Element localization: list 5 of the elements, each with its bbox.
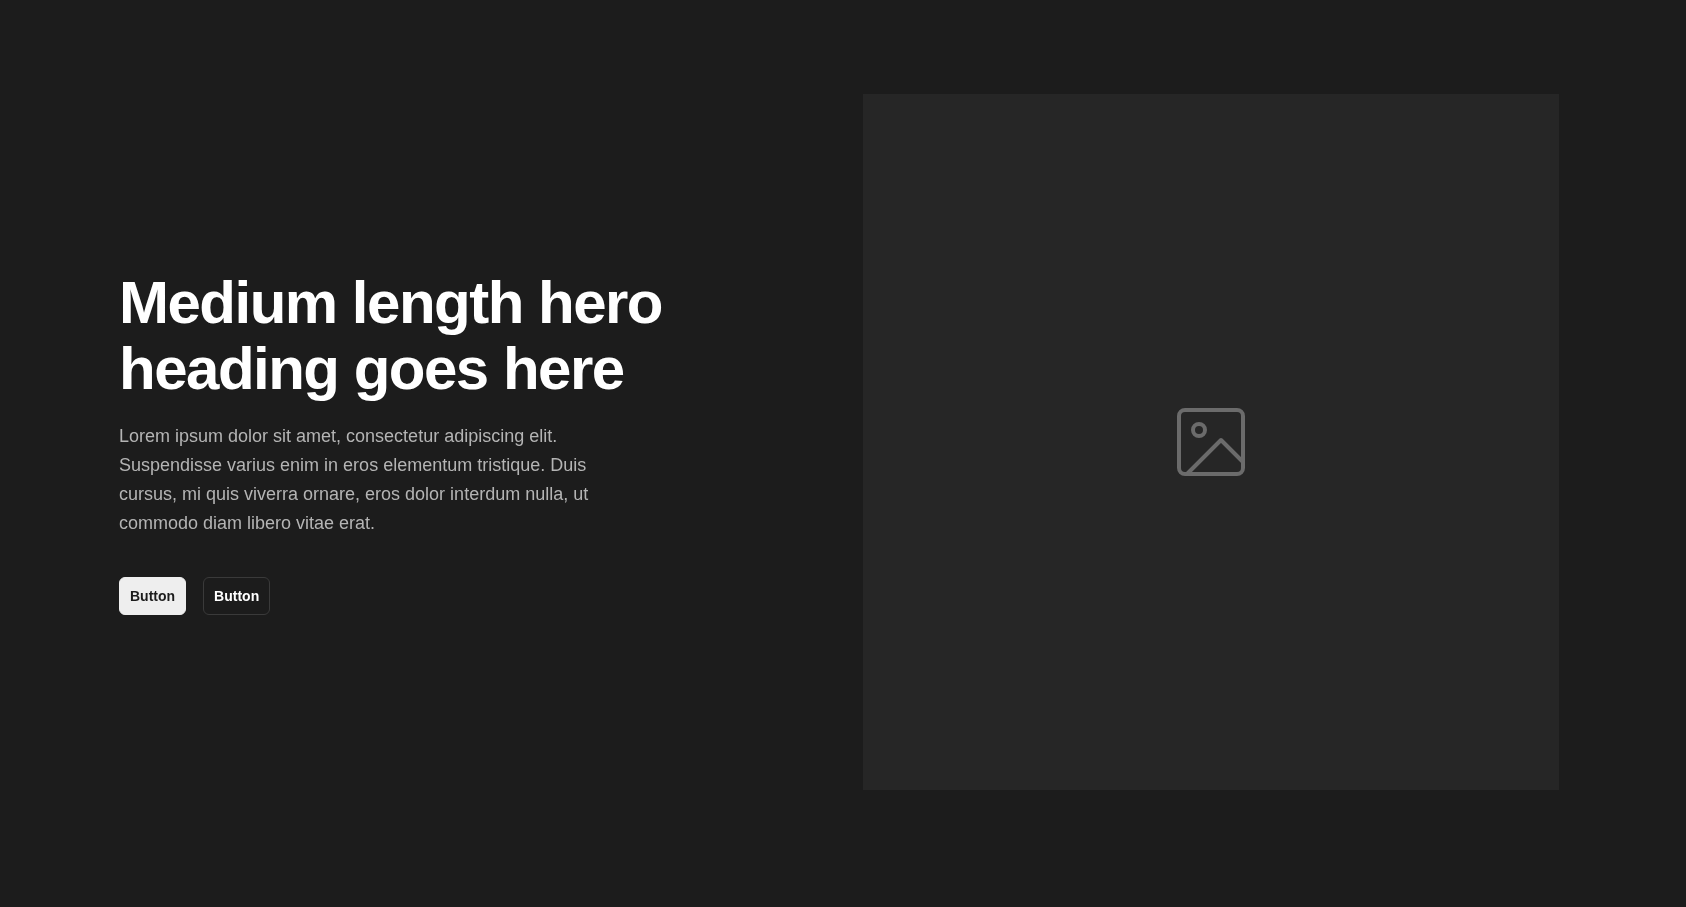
hero-heading: Medium length hero heading goes here (119, 269, 663, 402)
button[interactable]: Button (203, 576, 271, 615)
button[interactable]: Button (119, 576, 187, 615)
hero-paragraph: Lorem ipsum dolor sit amet, consectetur adipiscing elit. Suspendisse varius enim in eros elementum tristique. Duis cursus, mi quis viverra ornare, eros dolor interdum nulla, ut commodo diam libero vitae erat. (119, 424, 590, 535)
image-icon (1177, 408, 1245, 476)
